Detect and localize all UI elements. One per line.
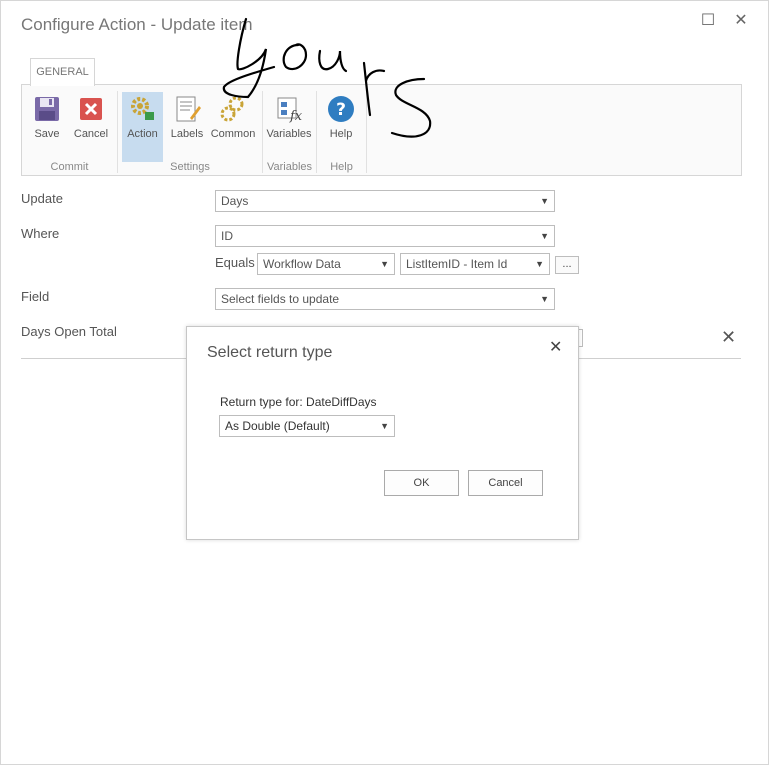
days-open-total-label: Days Open Total xyxy=(21,324,117,339)
close-icon[interactable]: ✕ xyxy=(731,11,751,31)
equals-source-select[interactable]: Workflow Data ▼ xyxy=(257,253,395,275)
cancel-button[interactable]: Cancel xyxy=(468,470,543,496)
labels-icon xyxy=(176,96,201,122)
help-button[interactable]: ? Help xyxy=(322,92,360,150)
variables-label: Variables xyxy=(266,128,312,140)
group-help-label: Help xyxy=(330,161,353,173)
ribbon: Save Cancel Action Labels Common fx Vari… xyxy=(21,84,742,176)
dropdown-arrow-icon: ▼ xyxy=(535,259,544,269)
field-select[interactable]: Select fields to update ▼ xyxy=(215,288,555,310)
labels-label: Labels xyxy=(170,128,204,140)
group-commit-label: Commit xyxy=(50,161,89,173)
equals-field-select[interactable]: ListItemID - Item Id ▼ xyxy=(400,253,550,275)
labels-button[interactable]: Labels xyxy=(167,92,207,150)
common-button[interactable]: Common xyxy=(210,92,256,150)
update-select[interactable]: Days ▼ xyxy=(215,190,555,212)
variables-button[interactable]: fx Variables xyxy=(266,92,312,150)
svg-text:fx: fx xyxy=(289,109,303,124)
dropdown-arrow-icon: ▼ xyxy=(540,294,549,304)
action-label: Action xyxy=(127,128,158,140)
remove-field-close-icon[interactable]: ✕ xyxy=(721,327,736,348)
dialog-title: Select return type xyxy=(207,344,333,361)
return-type-select-value: As Double (Default) xyxy=(225,419,330,433)
cancel-icon xyxy=(80,98,102,120)
common-label: Common xyxy=(210,128,256,140)
dropdown-arrow-icon: ▼ xyxy=(540,231,549,241)
common-gears-icon xyxy=(220,96,244,122)
update-select-value: Days xyxy=(221,194,249,208)
cancel-label: Cancel xyxy=(73,128,109,140)
ok-button[interactable]: OK xyxy=(384,470,459,496)
field-label: Field xyxy=(21,289,50,304)
return-type-label: Return type for: DateDiffDays xyxy=(220,395,377,409)
return-type-select[interactable]: As Double (Default) ▼ xyxy=(219,415,395,437)
where-select-value: ID xyxy=(221,229,233,243)
variables-fx-icon: fx xyxy=(277,97,303,124)
equals-field-value: ListItemID - Item Id xyxy=(406,257,508,271)
help-label: Help xyxy=(329,128,353,140)
svg-text:?: ? xyxy=(336,100,346,120)
update-label: Update xyxy=(21,191,63,206)
dropdown-arrow-icon: ▼ xyxy=(540,196,549,206)
dialog-close-icon[interactable]: ✕ xyxy=(549,337,562,357)
help-icon: ? xyxy=(328,96,354,122)
field-select-value: Select fields to update xyxy=(221,292,340,306)
maximize-icon[interactable]: ☐ xyxy=(698,11,718,31)
group-variables-label: Variables xyxy=(266,161,313,173)
save-icon xyxy=(35,97,59,121)
tab-general[interactable]: GENERAL xyxy=(30,58,95,86)
where-select[interactable]: ID ▼ xyxy=(215,225,555,247)
cancel-ribbon-button[interactable]: Cancel xyxy=(72,92,110,150)
save-label: Save xyxy=(34,128,60,140)
save-button[interactable]: Save xyxy=(28,92,66,150)
action-icon xyxy=(130,97,154,120)
dropdown-arrow-icon: ▼ xyxy=(380,259,389,269)
configure-action-window: Configure Action - Update item ☐ ✕ GENER… xyxy=(0,0,769,765)
ribbon-separator xyxy=(366,91,367,173)
where-label: Where xyxy=(21,226,60,241)
equals-source-value: Workflow Data xyxy=(263,257,341,271)
window-title: Configure Action - Update item xyxy=(21,15,253,34)
dropdown-arrow-icon: ▼ xyxy=(380,421,389,431)
ellipsis-button[interactable]: ... xyxy=(555,256,579,274)
action-button[interactable]: Action xyxy=(122,92,163,162)
equals-label: Equals xyxy=(215,255,255,270)
select-return-type-dialog: Select return type ✕ Return type for: Da… xyxy=(186,326,579,540)
group-settings-label: Settings xyxy=(170,161,210,173)
